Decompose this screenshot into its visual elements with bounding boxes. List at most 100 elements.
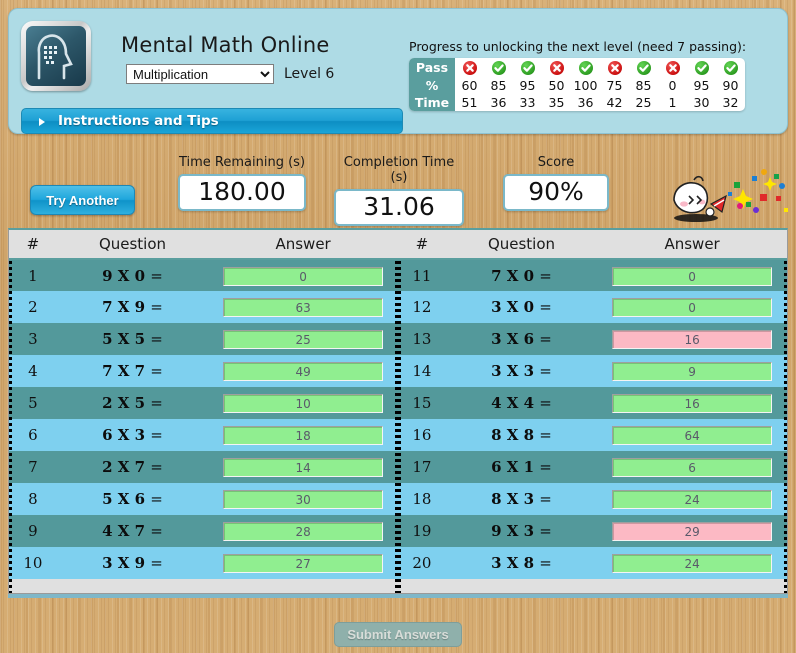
answer-cell: 27 — [208, 547, 398, 579]
answer-cell: 64 — [597, 419, 787, 451]
row-number: 4 — [28, 362, 38, 380]
progress-percent-row: % 60 85 95 50 100 75 85 0 95 90 — [409, 77, 745, 94]
table-row: 16 8 X 8 = 64 — [398, 419, 787, 451]
progress-time-cell: 51 — [461, 95, 478, 110]
table-row: 18 8 X 3 = 24 — [398, 483, 787, 515]
triangle-right-icon — [39, 118, 45, 126]
answer-input[interactable]: 0 — [223, 266, 384, 286]
progress-percent-cell: 85 — [635, 78, 652, 93]
progress-pass-cell — [484, 58, 513, 77]
row-number: 18 — [412, 490, 432, 508]
answer-cell: 28 — [208, 515, 398, 547]
try-another-button[interactable]: Try Another — [30, 185, 135, 215]
answer-input[interactable]: 16 — [612, 394, 773, 413]
progress-time-cell: 1 — [668, 95, 677, 110]
progress-time-cell: 30 — [693, 95, 710, 110]
answer-input[interactable]: 9 — [612, 362, 773, 381]
answer-cell: 25 — [208, 323, 398, 355]
answer-input[interactable]: 18 — [223, 426, 384, 445]
progress-percent-cell: 0 — [668, 78, 677, 93]
questions-table-right-half: # Question Answer 11 7 X 0 = 0 12 3 X 0 = 0 13… — [398, 230, 787, 593]
table-row: 10 3 X 9 = 27 — [9, 547, 398, 579]
answer-cell: 63 — [208, 291, 398, 323]
question-text: 8 X 3 = — [491, 490, 552, 508]
progress-percent-cell: 95 — [693, 78, 710, 93]
answer-input[interactable]: 24 — [612, 490, 773, 509]
submit-answers-button[interactable]: Submit Answers — [334, 622, 462, 647]
answer-input[interactable]: 30 — [223, 490, 384, 509]
score-label: Score — [537, 155, 575, 170]
answer-cell: 18 — [208, 419, 398, 451]
progress-percent-cell: 100 — [573, 78, 598, 93]
answer-input[interactable]: 14 — [223, 458, 384, 477]
progress-time-cell: 33 — [519, 95, 536, 110]
completion-time-value: 31.06 — [334, 189, 464, 226]
question-text: 2 X 5 = — [102, 394, 163, 412]
progress-time-cell: 42 — [606, 95, 623, 110]
progress-pass-cell — [513, 58, 542, 77]
answer-input[interactable]: 24 — [612, 554, 773, 573]
table-row: 4 7 X 7 = 49 — [9, 355, 398, 387]
row-number: 5 — [28, 394, 38, 412]
column-header-number: # — [398, 230, 446, 260]
table-row: 11 7 X 0 = 0 — [398, 259, 787, 291]
column-header-answer: Answer — [597, 230, 787, 260]
question-text: 6 X 1 = — [491, 458, 552, 476]
subject-select[interactable]: Multiplication — [126, 64, 274, 84]
question-text: 5 X 5 = — [102, 330, 163, 348]
answer-input[interactable]: 29 — [612, 522, 773, 541]
row-number: 1 — [28, 266, 38, 285]
answer-input[interactable]: 63 — [223, 298, 384, 317]
app-logo — [21, 21, 91, 91]
instructions-label: Instructions and Tips — [58, 113, 219, 129]
answer-input[interactable]: 27 — [223, 554, 384, 573]
progress-pass-row: Pass — [409, 58, 745, 77]
table-dotted-divider — [9, 261, 12, 593]
answer-input[interactable]: 10 — [223, 394, 384, 413]
answer-input[interactable]: 28 — [223, 522, 384, 541]
column-header-question: Question — [56, 230, 209, 260]
answer-input[interactable]: 0 — [612, 266, 773, 286]
table-row: 15 4 X 4 = 16 — [398, 387, 787, 419]
answer-input[interactable]: 25 — [223, 330, 384, 349]
table-row: 17 6 X 1 = 6 — [398, 451, 787, 483]
check-circle-icon — [694, 61, 709, 76]
question-text: 3 X 6 = — [491, 330, 552, 348]
head-profile-pixels-icon — [26, 26, 86, 86]
answer-cell: 14 — [208, 451, 398, 483]
check-circle-icon — [520, 61, 535, 76]
progress-row-label: Time — [409, 94, 455, 111]
row-number: 16 — [412, 426, 432, 444]
row-number: 19 — [412, 522, 432, 540]
answer-input[interactable]: 64 — [612, 426, 773, 445]
answer-input[interactable]: 0 — [612, 298, 773, 317]
score-value: 90% — [503, 174, 609, 211]
progress-section: Progress to unlocking the next level (ne… — [409, 39, 746, 111]
check-circle-icon — [723, 61, 738, 76]
instructions-and-tips-toggle[interactable]: Instructions and Tips — [21, 108, 403, 134]
answer-cell: 24 — [597, 483, 787, 515]
progress-time-cell: 36 — [577, 95, 594, 110]
time-remaining-value: 180.00 — [178, 174, 306, 211]
progress-row-label: Pass — [409, 58, 455, 77]
table-row: 6 6 X 3 = 18 — [9, 419, 398, 451]
progress-pass-cell — [687, 58, 716, 77]
completion-time-label: Completion Time (s) — [343, 155, 455, 185]
progress-percent-cell: 75 — [606, 78, 623, 93]
questions-table-right-body: 11 7 X 0 = 0 12 3 X 0 = 0 13 3 X 6 = 16 14 3 X 3 =… — [398, 259, 787, 579]
question-text: 9 X 3 = — [491, 522, 552, 540]
celebration-mascot-icon — [664, 166, 788, 226]
answer-cell: 0 — [208, 259, 398, 291]
x-circle-icon — [607, 61, 622, 76]
answer-input[interactable]: 16 — [612, 330, 773, 349]
answer-cell: 6 — [597, 451, 787, 483]
answer-input[interactable]: 6 — [612, 458, 773, 477]
answer-input[interactable]: 49 — [223, 362, 384, 381]
question-text: 7 X 9 = — [102, 298, 163, 316]
table-row: 14 3 X 3 = 9 — [398, 355, 787, 387]
table-row: 8 5 X 6 = 30 — [9, 483, 398, 515]
score-stat: Score 90% — [503, 155, 609, 211]
check-circle-icon — [636, 61, 651, 76]
question-text: 7 X 0 = — [491, 266, 552, 285]
progress-pass-cell — [542, 58, 571, 77]
